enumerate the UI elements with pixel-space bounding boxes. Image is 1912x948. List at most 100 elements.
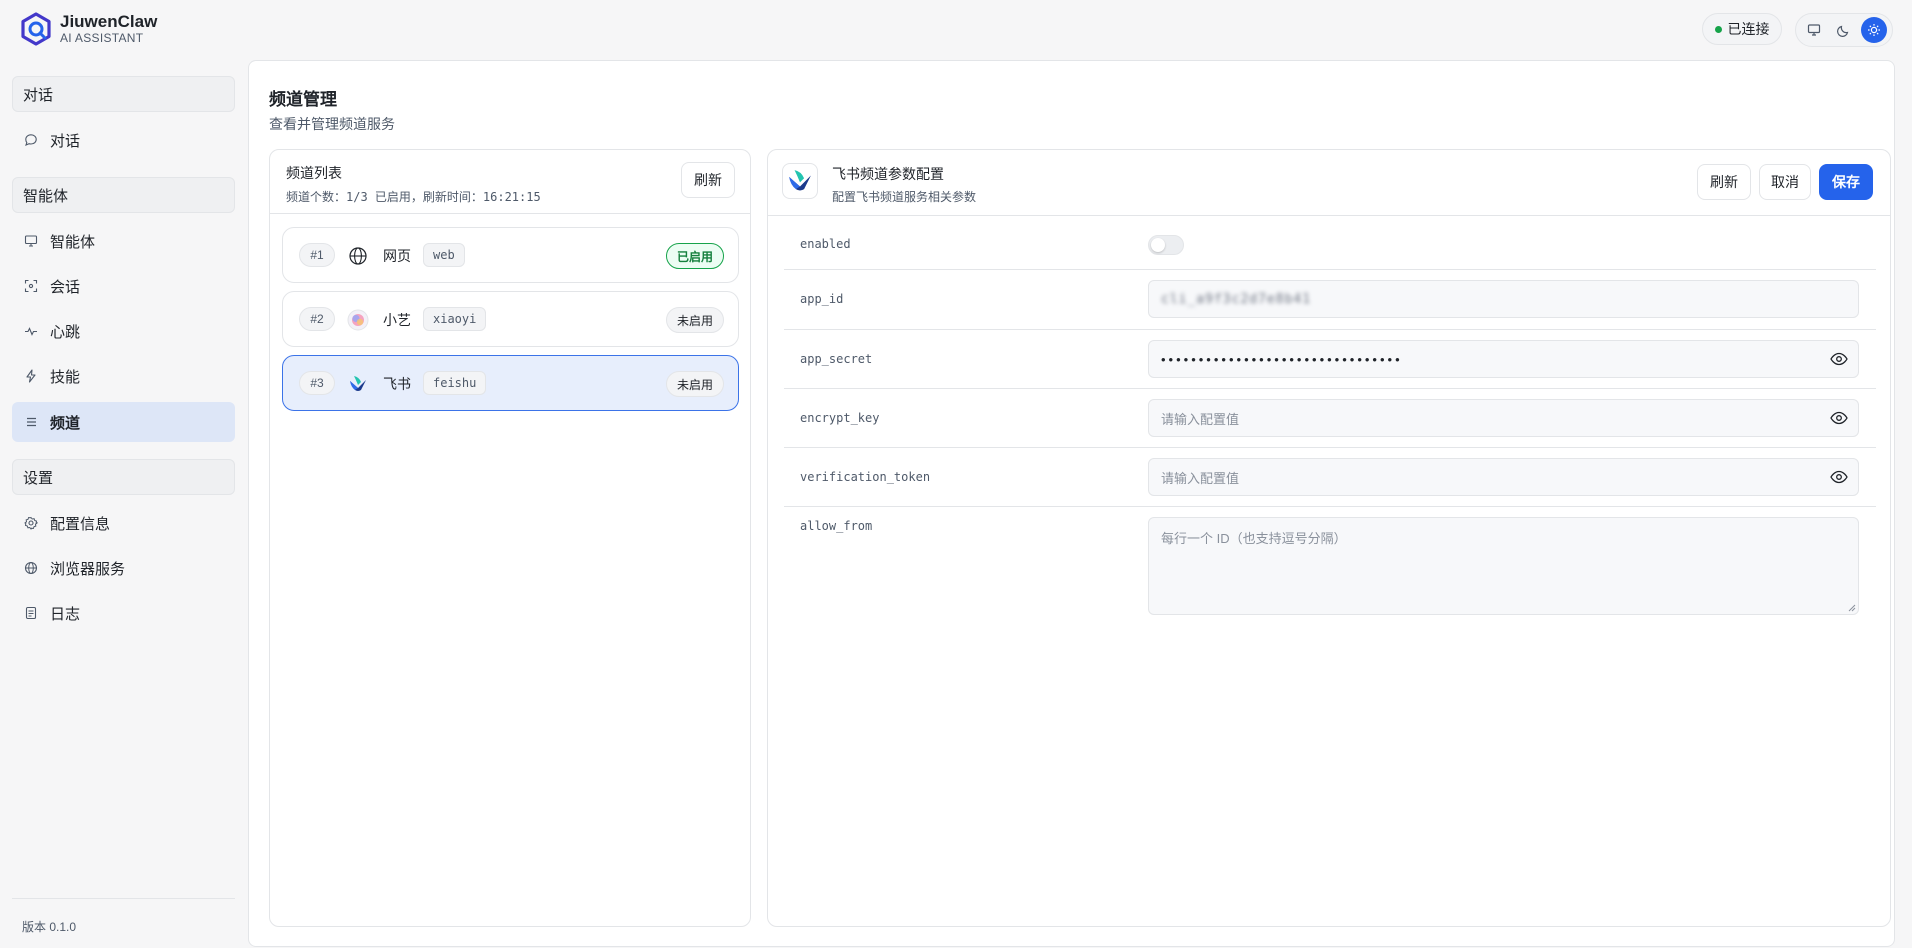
sidebar-item-label: 技能	[50, 368, 81, 386]
feishu-icon	[347, 373, 369, 395]
allow-from-placeholder: 每行一个 ID（也支持逗号分隔）	[1161, 531, 1347, 546]
channel-item-web[interactable]: #1 网页 web 已启用	[282, 227, 739, 283]
sidebar-section-chat: 对话	[12, 76, 235, 112]
verification-token-input[interactable]: 请输入配置值	[1148, 458, 1859, 496]
sidebar-item-label: 浏览器服务	[50, 560, 126, 578]
theme-switcher	[1795, 13, 1893, 47]
sidebar-item-logs[interactable]: 日志	[12, 593, 235, 633]
channel-list-refresh-button[interactable]: 刷新	[681, 162, 735, 198]
channel-config-card: 飞书频道参数配置 配置飞书频道服务相关参数 刷新 取消 保存 enabled a…	[767, 149, 1891, 927]
sidebar-item-heartbeat[interactable]: 心跳	[12, 311, 235, 351]
app-secret-input[interactable]: ••••••••••••••••••••••••••••••••	[1148, 340, 1859, 378]
channel-index: #3	[299, 371, 335, 395]
channel-status-badge: 未启用	[665, 371, 724, 397]
app-name: JiuwenClaw	[60, 12, 158, 31]
channel-index: #2	[299, 307, 335, 331]
field-label: encrypt_key	[800, 411, 880, 425]
channel-name: 网页	[383, 248, 411, 264]
channel-code-badge: xiaoyi	[423, 307, 487, 331]
app-secret-value: ••••••••••••••••••••••••••••••••	[1161, 351, 1403, 367]
allow-from-textarea[interactable]: 每行一个 ID（也支持逗号分隔）	[1148, 517, 1859, 615]
sidebar-item-channels[interactable]: 频道	[12, 402, 235, 442]
sun-icon[interactable]	[1861, 17, 1887, 43]
verification-token-placeholder: 请输入配置值	[1161, 470, 1240, 486]
sidebar-section-settings: 设置	[12, 459, 235, 495]
field-label: allow_from	[800, 519, 873, 533]
top-header: JiuwenClaw AI ASSISTANT 已连接	[0, 0, 1912, 60]
enabled-toggle[interactable]	[1148, 235, 1184, 255]
brand[interactable]: JiuwenClaw AI ASSISTANT	[20, 12, 157, 46]
connection-status-badge: 已连接	[1702, 13, 1782, 45]
config-row-allow-from: allow_from 每行一个 ID（也支持逗号分隔）	[784, 507, 1876, 627]
sidebar-item-label: 会话	[50, 278, 81, 296]
moon-icon[interactable]	[1831, 17, 1857, 43]
config-row-app-secret: app_secret •••••••••••••••••••••••••••••…	[784, 330, 1876, 389]
config-refresh-button[interactable]: 刷新	[1697, 164, 1751, 200]
channel-code-badge: feishu	[423, 371, 487, 395]
channel-list-title: 频道列表	[286, 165, 342, 181]
config-row-enabled: enabled	[784, 216, 1876, 270]
channel-code-badge: web	[423, 243, 465, 267]
channel-list-header: 频道列表 频道个数：1/3 已启用，刷新时间：16:21:15 刷新	[270, 150, 750, 214]
config-header: 飞书频道参数配置 配置飞书频道服务相关参数 刷新 取消 保存	[768, 150, 1890, 216]
field-label: enabled	[800, 237, 851, 251]
sidebar-item-session[interactable]: 会话	[12, 266, 235, 306]
sidebar-item-agent[interactable]: 智能体	[12, 221, 235, 261]
app-subtitle: AI ASSISTANT	[60, 31, 144, 45]
sidebar-item-label: 对话	[50, 132, 81, 150]
main-panel: 频道管理 查看并管理频道服务 频道列表 频道个数：1/3 已启用，刷新时间：16…	[248, 60, 1895, 947]
sidebar-item-label: 配置信息	[50, 515, 111, 533]
encrypt-key-input[interactable]: 请输入配置值	[1148, 399, 1859, 437]
channel-list-meta: 频道个数：1/3 已启用，刷新时间：16:21:15	[286, 190, 541, 204]
monitor-icon	[24, 234, 38, 248]
eye-icon[interactable]	[1830, 470, 1848, 484]
bolt-icon	[24, 369, 38, 383]
sidebar-item-config[interactable]: 配置信息	[12, 503, 235, 543]
app-logo-icon	[21, 12, 51, 46]
channel-name: 飞书	[383, 376, 411, 392]
channel-item-xiaoyi[interactable]: #2 小艺 xiaoyi 未启用	[282, 291, 739, 347]
gear-icon	[24, 516, 38, 530]
config-row-verification-token: verification_token 请输入配置值	[784, 448, 1876, 507]
config-subtitle: 配置飞书频道服务相关参数	[832, 190, 977, 204]
eye-icon[interactable]	[1830, 352, 1848, 366]
channel-status-badge: 已启用	[665, 243, 724, 269]
page-title: 频道管理	[269, 90, 337, 109]
sidebar-item-label: 心跳	[50, 323, 81, 341]
channel-status-badge: 未启用	[665, 307, 724, 333]
document-icon	[24, 606, 38, 620]
app-version: 版本 0.1.0	[22, 920, 77, 934]
eye-icon[interactable]	[1830, 411, 1848, 425]
list-icon	[24, 415, 38, 429]
config-title: 飞书频道参数配置	[832, 166, 944, 182]
sidebar-item-label: 智能体	[50, 233, 96, 251]
sidebar-item-browser-service[interactable]: 浏览器服务	[12, 548, 235, 588]
resize-handle-icon[interactable]	[1848, 604, 1856, 612]
sidebar-item-label: 日志	[50, 605, 81, 623]
status-dot-icon	[1714, 25, 1722, 33]
scan-icon	[24, 279, 38, 293]
field-label: verification_token	[800, 470, 931, 484]
sidebar-item-chat[interactable]: 对话	[12, 120, 235, 160]
config-save-button[interactable]: 保存	[1819, 164, 1873, 200]
app-id-input[interactable]: cli_a9f3c2d7e8b41	[1148, 280, 1859, 318]
channel-list-card: 频道列表 频道个数：1/3 已启用，刷新时间：16:21:15 刷新 #1 网页…	[269, 149, 751, 927]
globe-icon	[347, 245, 369, 267]
page-subtitle: 查看并管理频道服务	[269, 116, 395, 132]
field-label: app_id	[800, 292, 844, 306]
pulse-icon	[24, 324, 38, 338]
channel-name: 小艺	[383, 312, 411, 328]
sidebar: 对话 对话 智能体 智能体 会话 心跳 技能 频道 设置 配置信息 浏览器服务 …	[0, 60, 246, 948]
field-label: app_secret	[800, 352, 873, 366]
config-row-app-id: app_id cli_a9f3c2d7e8b41	[784, 270, 1876, 330]
config-cancel-button[interactable]: 取消	[1759, 164, 1811, 200]
globe-icon	[24, 561, 38, 575]
chat-bubble-icon	[24, 133, 38, 147]
sidebar-item-skills[interactable]: 技能	[12, 356, 235, 396]
channel-item-feishu[interactable]: #3 飞书 feishu 未启用	[282, 355, 739, 411]
feishu-logo-icon	[782, 163, 818, 199]
sidebar-section-agent: 智能体	[12, 177, 235, 213]
xiaoyi-icon	[347, 309, 369, 331]
monitor-icon[interactable]	[1801, 17, 1827, 43]
encrypt-key-placeholder: 请输入配置值	[1161, 411, 1240, 427]
